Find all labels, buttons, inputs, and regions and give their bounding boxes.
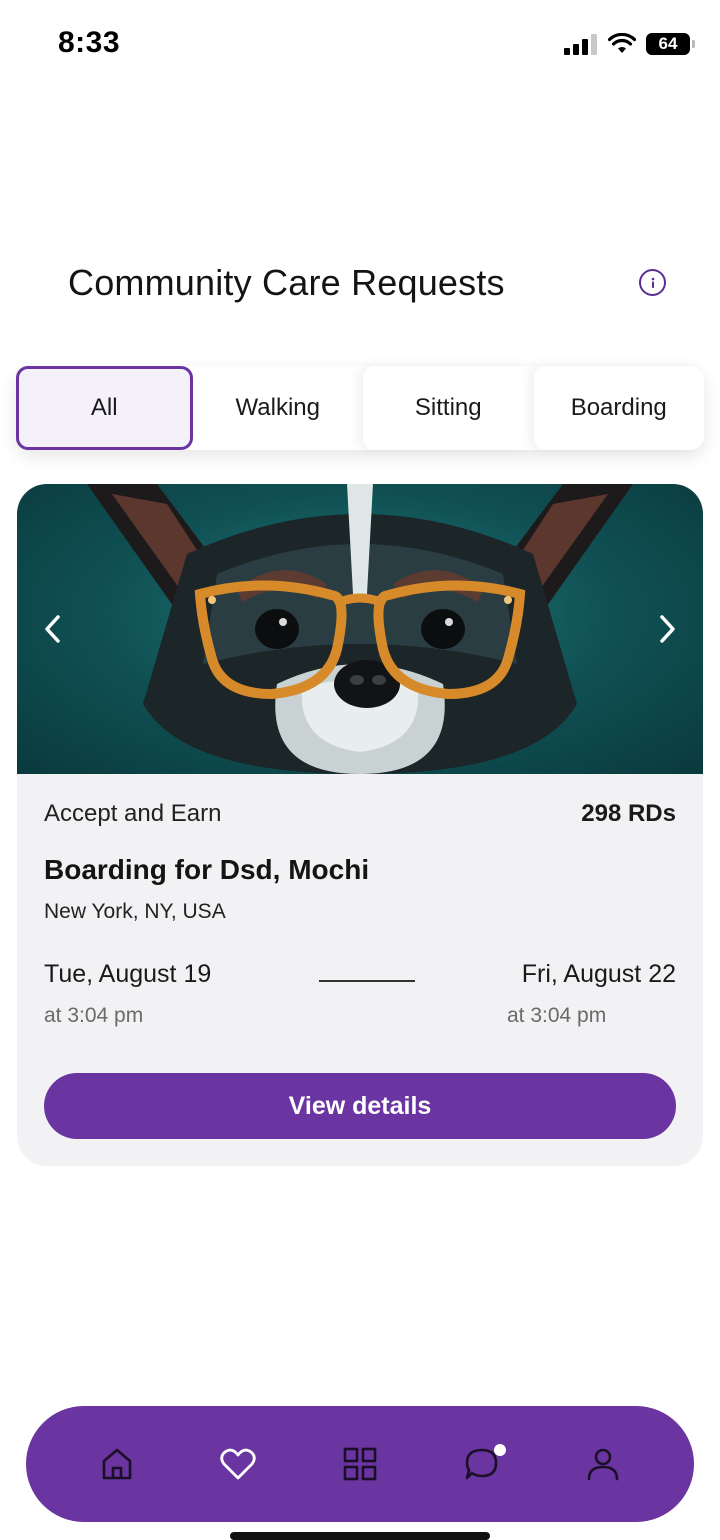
end-date: Fri, August 22 xyxy=(521,960,676,988)
grid-icon xyxy=(343,1447,377,1481)
filter-tabs: All Walking Sitting Boarding xyxy=(16,366,704,450)
profile-icon xyxy=(587,1448,619,1481)
tab-label: Walking xyxy=(235,394,320,421)
end-time: at 3:04 pm xyxy=(507,1004,607,1027)
info-button[interactable] xyxy=(639,269,666,296)
dog-with-glasses-image xyxy=(87,484,633,774)
tab-walking[interactable]: Walking xyxy=(193,366,364,450)
page-title: Community Care Requests xyxy=(68,262,505,303)
signal-icon xyxy=(564,33,598,55)
start-date: Tue, August 19 xyxy=(44,960,212,988)
chevron-left-icon xyxy=(45,615,60,643)
tab-boarding[interactable]: Boarding xyxy=(534,366,705,450)
nav-profile[interactable] xyxy=(577,1438,629,1490)
wifi-icon xyxy=(608,33,636,53)
status-bar: 8:33 64 xyxy=(0,0,720,90)
request-card: Accept and Earn 298 RDs Boarding for Dsd… xyxy=(17,484,703,1166)
tab-label: Sitting xyxy=(414,394,482,421)
earn-label: Accept and Earn xyxy=(44,800,222,827)
status-icons: 64 xyxy=(564,30,695,58)
chevron-right-icon xyxy=(660,615,675,643)
tab-label: Boarding xyxy=(570,394,667,421)
pet-photo xyxy=(17,484,703,774)
nav-messages[interactable] xyxy=(456,1438,508,1490)
view-details-button[interactable]: View details xyxy=(44,1073,676,1139)
nav-home[interactable] xyxy=(91,1438,143,1490)
nav-categories[interactable] xyxy=(334,1438,386,1490)
earn-amount: 298 RDs xyxy=(581,800,676,827)
battery-icon: 64 xyxy=(646,33,695,55)
battery-level: 64 xyxy=(658,34,678,53)
tab-sitting[interactable]: Sitting xyxy=(363,366,534,450)
home-icon xyxy=(102,1448,132,1480)
carousel-next-button[interactable] xyxy=(653,612,683,646)
info-icon xyxy=(651,277,654,288)
request-location: New York, NY, USA xyxy=(44,900,226,923)
date-range-divider xyxy=(319,980,415,982)
nav-favorites[interactable] xyxy=(212,1438,264,1490)
start-time: at 3:04 pm xyxy=(44,1004,144,1027)
home-indicator xyxy=(230,1532,490,1540)
bottom-nav xyxy=(26,1406,694,1522)
notification-dot xyxy=(493,1444,506,1456)
status-time: 8:33 xyxy=(58,26,121,59)
request-title: Boarding for Dsd, Mochi xyxy=(44,854,370,885)
carousel-prev-button[interactable] xyxy=(37,612,67,646)
heart-icon xyxy=(220,1448,257,1480)
tab-label: All xyxy=(90,394,118,421)
tab-all[interactable]: All xyxy=(16,366,193,450)
